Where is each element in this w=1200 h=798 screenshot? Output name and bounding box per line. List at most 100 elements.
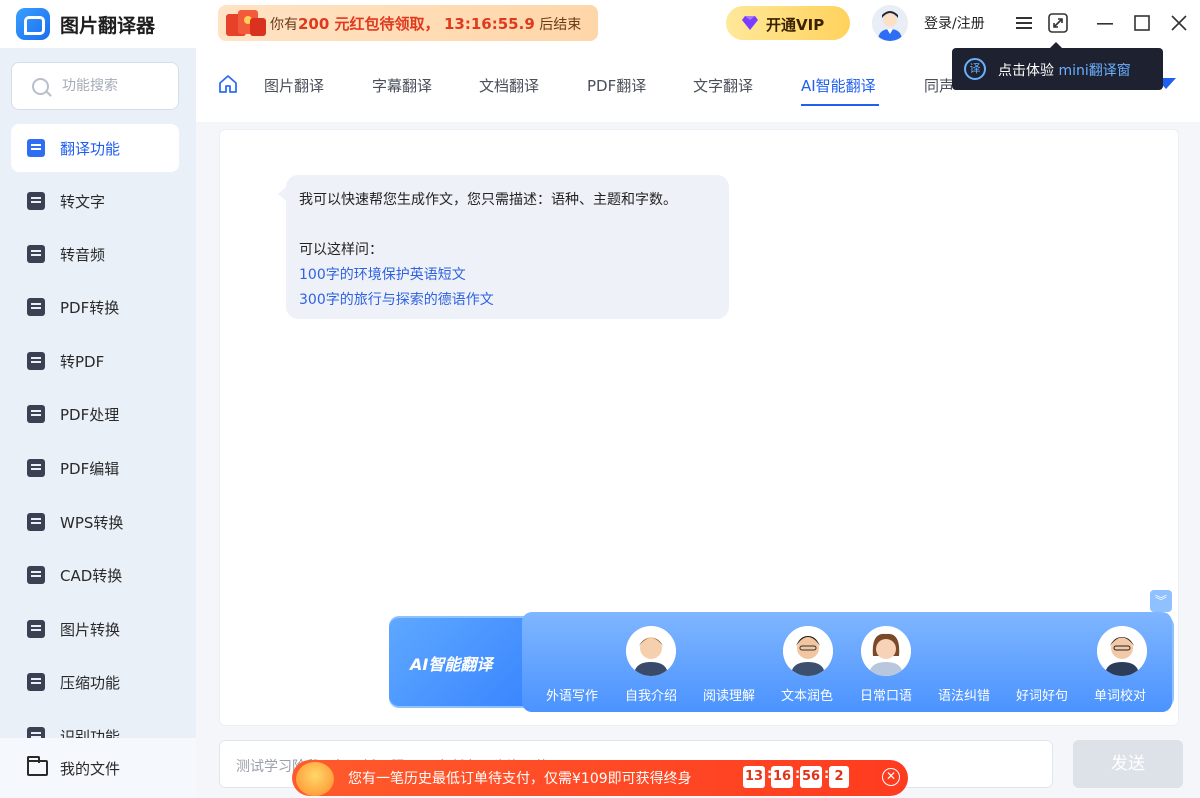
pdf-edit-icon <box>27 459 45 477</box>
to-pdf-icon <box>27 352 45 370</box>
sidebar-item-label: PDF处理 <box>60 406 120 424</box>
minimize-icon[interactable] <box>1094 12 1116 34</box>
promo-suffix: 后结束 <box>539 17 582 33</box>
sidebar: 翻译功能 转文字 转音频 PDF转换 转PDF PDF处理 PDF编辑 WPS转… <box>0 48 196 798</box>
active-tab-indicator <box>801 104 879 106</box>
tab-ai-translate[interactable]: AI智能翻译 <box>801 75 876 96</box>
sidebar-item-label: 转音频 <box>60 246 106 264</box>
countdown-hours: 13 <box>743 766 765 788</box>
promo-prefix: 你有 <box>270 17 298 33</box>
menu-icon[interactable] <box>1013 12 1035 34</box>
countdown-minutes: 16 <box>771 766 793 788</box>
tab-pdf-translate[interactable]: PDF翻译 <box>587 75 646 96</box>
translate-icon <box>27 139 45 157</box>
pdf-convert-icon <box>27 298 45 316</box>
sidebar-item-label: CAD转换 <box>60 567 123 585</box>
payment-promo-text: 您有一笔历史最低订单待支付，仅需¥109即可获得终身 <box>348 771 692 787</box>
audio-icon <box>27 245 45 263</box>
sidebar-item-label: 图片转换 <box>60 621 121 639</box>
close-icon[interactable] <box>1168 12 1190 34</box>
login-register-link[interactable]: 登录/注册 <box>924 13 985 33</box>
sidebar-item-label: 翻译功能 <box>60 140 121 158</box>
sidebar-item-translate[interactable]: 翻译功能 <box>11 124 179 172</box>
mini-window-icon[interactable] <box>1047 12 1069 34</box>
user-avatar[interactable] <box>872 5 908 41</box>
pdf-process-icon <box>27 405 45 423</box>
feature-self-intro[interactable]: 自我介绍 <box>625 685 677 704</box>
sidebar-item-label: WPS转换 <box>60 514 124 532</box>
search-icon <box>32 78 49 95</box>
feature-grammar-fix[interactable]: 语法纠错 <box>938 685 990 704</box>
red-envelope-icon <box>226 10 266 36</box>
cad-icon <box>27 566 45 584</box>
vip-button[interactable]: 开通VIP <box>726 6 850 40</box>
close-promo-icon[interactable]: ✕ <box>882 768 900 786</box>
collapse-chevron-icon[interactable]: ︾ <box>1150 590 1172 612</box>
folder-icon <box>27 756 48 776</box>
sidebar-item-pdf-edit[interactable]: PDF编辑 <box>11 444 179 492</box>
home-icon[interactable] <box>218 74 238 94</box>
sidebar-item-label: PDF编辑 <box>60 460 120 478</box>
tab-simultaneous[interactable]: 同声 <box>924 75 954 96</box>
tooltip-prefix: 点击体验 <box>998 63 1059 79</box>
vip-label: 开通VIP <box>766 16 825 34</box>
tab-image-translate[interactable]: 图片翻译 <box>264 75 324 96</box>
sidebar-item-label: 转PDF <box>60 353 105 371</box>
sidebar-item-compress[interactable]: 压缩功能 <box>11 658 179 706</box>
example-prompt-link[interactable]: 300字的旅行与探索的德语作文 <box>299 289 494 309</box>
sidebar-item-wps-convert[interactable]: WPS转换 <box>11 498 179 546</box>
compress-icon <box>27 673 45 691</box>
sidebar-item-cad-convert[interactable]: CAD转换 <box>11 551 179 599</box>
tab-text-translate[interactable]: 文字翻译 <box>693 75 753 96</box>
character-avatar-icon[interactable] <box>1097 626 1147 676</box>
sidebar-item-to-audio[interactable]: 转音频 <box>11 230 179 278</box>
feature-daily-speaking[interactable]: 日常口语 <box>860 685 912 704</box>
sidebar-item-label: 转文字 <box>60 193 106 211</box>
user-avatar-icon <box>872 5 908 41</box>
countdown-tenths: 2 <box>829 766 849 788</box>
gift-icon <box>296 762 334 796</box>
promo-timer: 13:16:55.9 <box>444 15 535 33</box>
character-avatar-icon[interactable] <box>861 626 911 676</box>
tooltip-highlight: mini翻译窗 <box>1058 63 1131 79</box>
feature-good-phrases[interactable]: 好词好句 <box>1016 685 1068 704</box>
red-packet-promo[interactable]: 你有200 元红包待领取， 13:16:55.9 后结束 <box>218 5 598 41</box>
sidebar-item-label: 压缩功能 <box>60 674 121 692</box>
app-title: 图片翻译器 <box>60 15 156 37</box>
sidebar-item-image-convert[interactable]: 图片转换 <box>11 605 179 653</box>
tab-subtitle-translate[interactable]: 字幕翻译 <box>372 75 432 96</box>
diamond-icon <box>742 16 758 30</box>
ask-heading: 可以这样问： <box>299 242 383 258</box>
maximize-icon[interactable] <box>1131 12 1153 34</box>
sidebar-item-pdf-process[interactable]: PDF处理 <box>11 390 179 438</box>
ai-translate-badge-label: AI智能翻译 <box>410 655 493 674</box>
sidebar-item-label: PDF转换 <box>60 299 120 317</box>
promo-text: 你有200 元红包待领取， 13:16:55.9 后结束 <box>270 13 581 34</box>
send-button[interactable]: 发送 <box>1073 740 1183 788</box>
promo-amount: 200 元红包待领取， <box>298 15 440 33</box>
search-input[interactable] <box>62 76 172 96</box>
mini-window-tooltip[interactable]: 译 点击体验 mini翻译窗 <box>952 42 1163 90</box>
function-search[interactable] <box>11 62 179 110</box>
tooltip-text: 点击体验 mini翻译窗 <box>998 60 1131 80</box>
title-bar: 图片翻译器 你有200 元红包待领取， 13:16:55.9 后结束 开通VIP <box>0 0 1200 48</box>
wps-icon <box>27 513 45 531</box>
sidebar-item-pdf-convert[interactable]: PDF转换 <box>11 283 179 331</box>
character-avatar-icon[interactable] <box>626 626 676 676</box>
feature-foreign-writing[interactable]: 外语写作 <box>546 685 598 704</box>
character-avatar-icon[interactable] <box>783 626 833 676</box>
feature-reading[interactable]: 阅读理解 <box>703 685 755 704</box>
assistant-intro-text: 我可以快速帮您生成作文，您只需描述：语种、主题和字数。 <box>299 192 677 208</box>
countdown-seconds: 56 <box>800 766 822 788</box>
feature-word-check[interactable]: 单词校对 <box>1094 685 1146 704</box>
sidebar-item-to-pdf[interactable]: 转PDF <box>11 337 179 385</box>
example-prompt-link[interactable]: 100字的环境保护英语短文 <box>299 264 466 284</box>
sidebar-item-to-text[interactable]: 转文字 <box>11 177 179 225</box>
tab-document-translate[interactable]: 文档翻译 <box>479 75 539 96</box>
ai-feature-strip <box>522 612 1172 712</box>
text-icon <box>27 192 45 210</box>
image-icon <box>27 620 45 638</box>
my-files-label: 我的文件 <box>60 760 121 778</box>
my-files-button[interactable]: 我的文件 <box>0 738 196 798</box>
feature-polish[interactable]: 文本润色 <box>781 685 833 704</box>
